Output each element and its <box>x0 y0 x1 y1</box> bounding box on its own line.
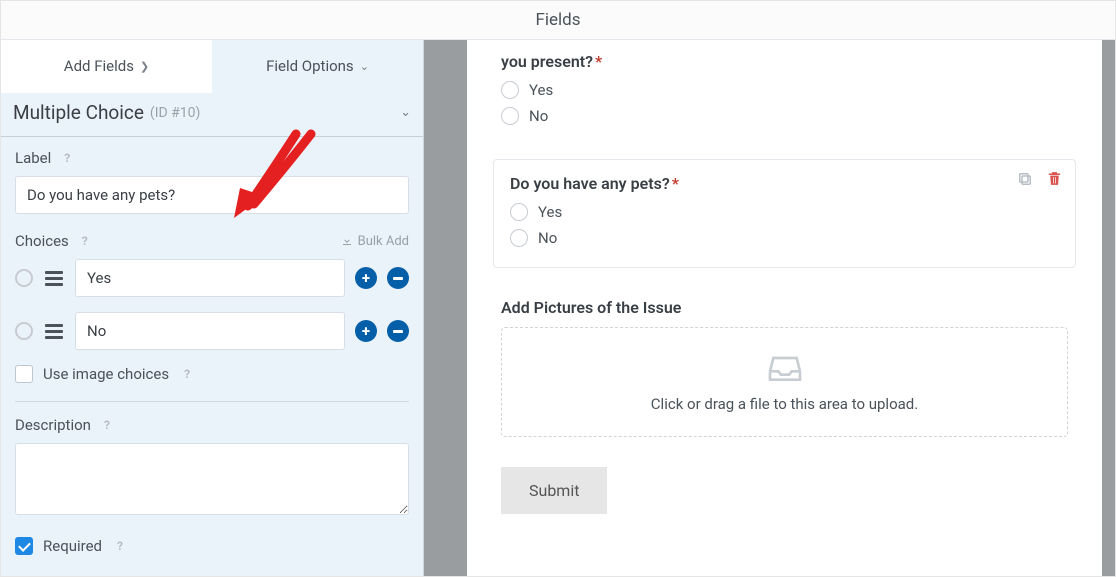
choices-caption: Choices <box>15 232 69 250</box>
help-icon[interactable]: ? <box>112 538 128 554</box>
chevron-right-icon: ❯ <box>140 60 149 73</box>
radio-option[interactable]: Yes <box>501 81 1068 99</box>
field-id: (ID #10) <box>150 105 201 121</box>
dropzone-hint: Click or drag a file to this area to upl… <box>651 395 918 413</box>
image-choices-label: Use image choices <box>43 365 169 383</box>
selected-field[interactable]: Do you have any pets?* Yes No <box>493 159 1076 268</box>
help-icon[interactable]: ? <box>99 417 115 433</box>
remove-choice-button[interactable] <box>387 267 409 289</box>
choice-default-radio[interactable] <box>15 269 33 287</box>
download-icon <box>341 235 353 247</box>
choice-input[interactable] <box>75 259 345 297</box>
required-checkbox[interactable] <box>15 537 33 555</box>
tab-add-fields[interactable]: Add Fields ❯ <box>1 40 212 93</box>
page-title: Fields <box>1 1 1115 40</box>
chevron-down-icon: ⌄ <box>360 60 369 73</box>
form-preview-area: you present?* Yes No Do <box>424 40 1115 576</box>
radio-icon <box>510 203 528 221</box>
radio-icon <box>501 81 519 99</box>
tab-field-options[interactable]: Field Options ⌄ <box>212 40 423 93</box>
section-title: Multiple Choice <box>13 101 144 124</box>
question-label: Do you have any pets? <box>510 174 670 193</box>
image-choices-checkbox[interactable] <box>15 365 33 383</box>
bulk-add-button[interactable]: Bulk Add <box>341 234 409 249</box>
inbox-icon <box>765 351 805 385</box>
add-choice-button[interactable]: + <box>355 267 377 289</box>
submit-button[interactable]: Submit <box>501 467 607 514</box>
delete-icon[interactable] <box>1046 170 1063 188</box>
drag-handle-icon[interactable] <box>43 271 65 286</box>
radio-option[interactable]: Yes <box>510 203 1059 221</box>
required-asterisk: * <box>595 52 602 71</box>
help-icon[interactable]: ? <box>77 233 93 249</box>
choice-row: + <box>15 259 409 297</box>
upload-label: Add Pictures of the Issue <box>501 298 1068 317</box>
label-caption: Label <box>15 149 51 167</box>
radio-option[interactable]: No <box>501 107 1068 125</box>
drag-handle-icon[interactable] <box>43 324 65 339</box>
required-label: Required <box>43 537 102 555</box>
choice-default-radio[interactable] <box>15 322 33 340</box>
duplicate-icon[interactable] <box>1016 170 1034 188</box>
help-icon[interactable]: ? <box>59 150 75 166</box>
description-caption: Description <box>15 416 91 434</box>
radio-icon <box>501 107 519 125</box>
question-label: you present? <box>501 52 593 71</box>
radio-icon <box>510 229 528 247</box>
radio-option[interactable]: No <box>510 229 1059 247</box>
required-asterisk: * <box>672 174 679 193</box>
help-icon[interactable]: ? <box>179 366 195 382</box>
collapse-icon[interactable]: ⌄ <box>400 105 411 120</box>
divider <box>15 401 409 402</box>
field-label-input[interactable] <box>15 176 409 214</box>
remove-choice-button[interactable] <box>387 320 409 342</box>
choice-input[interactable] <box>75 312 345 350</box>
tab-label: Field Options <box>266 57 354 75</box>
field-options-panel: Add Fields ❯ Field Options ⌄ Multiple Ch… <box>1 40 424 576</box>
file-dropzone[interactable]: Click or drag a file to this area to upl… <box>501 327 1068 437</box>
add-choice-button[interactable]: + <box>355 320 377 342</box>
tab-label: Add Fields <box>64 57 134 75</box>
description-textarea[interactable] <box>15 443 409 515</box>
choice-row: + <box>15 312 409 350</box>
